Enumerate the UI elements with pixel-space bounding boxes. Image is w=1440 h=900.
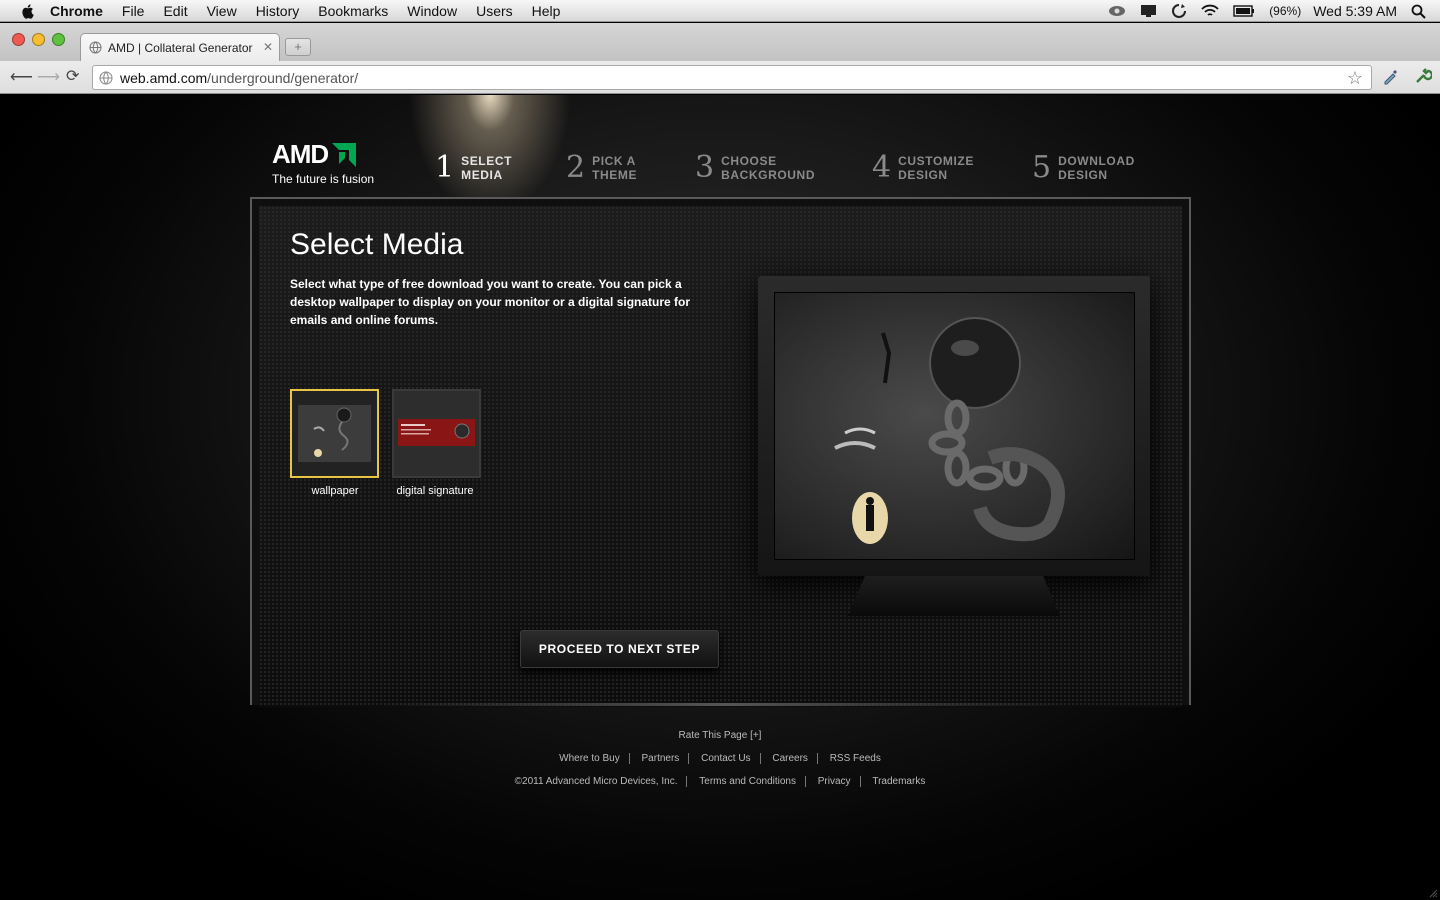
panel-description: Select what type of free download you wa… bbox=[290, 277, 691, 327]
window-minimize-button[interactable] bbox=[32, 33, 45, 46]
eye-icon[interactable] bbox=[1108, 5, 1126, 17]
step-label: PICK A THEME bbox=[592, 154, 638, 182]
amd-arrow-icon bbox=[332, 142, 357, 167]
forward-arrow-icon[interactable]: ⟶ bbox=[37, 67, 60, 87]
step-download-design[interactable]: 5 DOWNLOAD DESIGN bbox=[1032, 153, 1135, 183]
window-zoom-button[interactable] bbox=[52, 33, 65, 46]
digital-signature-option[interactable] bbox=[392, 389, 481, 478]
web-page: AMD The future is fusion 1 SELECT MEDIA … bbox=[0, 95, 1440, 900]
step-pick-theme[interactable]: 2 PICK A THEME bbox=[566, 153, 637, 183]
preview-monitor bbox=[758, 276, 1150, 576]
menu-edit[interactable]: Edit bbox=[163, 0, 187, 22]
window-resize-grip-icon[interactable] bbox=[1428, 888, 1438, 898]
wallpaper-thumbnail-icon bbox=[292, 391, 377, 476]
amd-logo[interactable]: AMD The future is fusion bbox=[272, 139, 374, 186]
apple-icon[interactable] bbox=[20, 3, 36, 19]
step-select-media[interactable]: 1 SELECT MEDIA bbox=[435, 153, 512, 183]
browser-toolbar: ⟵ ⟶ ⟳ web.amd.com/underground/generator/… bbox=[0, 61, 1440, 94]
trademarks-link[interactable]: Trademarks bbox=[872, 776, 925, 787]
logo-tagline: The future is fusion bbox=[272, 172, 375, 186]
wrench-menu-icon[interactable] bbox=[1414, 67, 1434, 90]
wallpaper-option[interactable] bbox=[290, 389, 379, 478]
new-tab-button[interactable]: + bbox=[285, 38, 311, 56]
wallpaper-label[interactable]: wallpaper bbox=[285, 485, 385, 497]
menubar-clock[interactable]: Wed 5:39 AM bbox=[1313, 3, 1397, 19]
menu-window[interactable]: Window bbox=[407, 0, 457, 22]
window-close-button[interactable] bbox=[12, 33, 25, 46]
mac-menubar: Chrome File Edit View History Bookmarks … bbox=[0, 0, 1440, 22]
step-label: DOWNLOAD DESIGN bbox=[1058, 154, 1135, 182]
menu-app-name[interactable]: Chrome bbox=[50, 0, 103, 22]
globe-icon bbox=[99, 71, 113, 85]
address-bar[interactable]: web.amd.com/underground/generator/ ☆ bbox=[92, 65, 1372, 90]
menu-help[interactable]: Help bbox=[532, 0, 561, 22]
stage-floor-line bbox=[380, 703, 1070, 706]
where-to-buy-link[interactable]: Where to Buy bbox=[559, 753, 620, 764]
battery-icon[interactable] bbox=[1233, 5, 1255, 17]
wallpaper-preview bbox=[774, 292, 1135, 560]
back-arrow-icon[interactable]: ⟵ bbox=[10, 67, 33, 87]
reload-icon[interactable]: ⟳ bbox=[66, 66, 79, 86]
browser-tab-strip: AMD | Collateral Generator ✕ + bbox=[0, 23, 1440, 61]
careers-link[interactable]: Careers bbox=[772, 753, 808, 764]
menu-file[interactable]: File bbox=[122, 0, 145, 22]
monitor-stand bbox=[848, 576, 1060, 616]
copyright-text: ©2011 Advanced Micro Devices, Inc. bbox=[514, 776, 678, 787]
panel-title: Select Media bbox=[290, 228, 464, 261]
step-number: 2 bbox=[566, 150, 586, 185]
menu-view[interactable]: View bbox=[207, 0, 237, 22]
step-label: CUSTOMIZE DESIGN bbox=[898, 154, 974, 182]
step-label: SELECT MEDIA bbox=[461, 154, 513, 182]
partners-link[interactable]: Partners bbox=[642, 753, 680, 764]
tab-title: AMD | Collateral Generator bbox=[108, 40, 253, 55]
spotlight-search-icon[interactable] bbox=[1411, 4, 1426, 19]
step-choose-background[interactable]: 3 CHOOSE BACKGROUND bbox=[695, 153, 815, 183]
footer-rate: Rate This Page [+] bbox=[0, 730, 1440, 741]
menu-bookmarks[interactable]: Bookmarks bbox=[318, 0, 388, 22]
menu-history[interactable]: History bbox=[256, 0, 300, 22]
privacy-link[interactable]: Privacy bbox=[818, 776, 851, 787]
step-number: 5 bbox=[1032, 150, 1052, 185]
logo-wordmark: AMD bbox=[272, 139, 329, 169]
contact-us-link[interactable]: Contact Us bbox=[701, 753, 750, 764]
step-number: 3 bbox=[695, 150, 715, 185]
display-icon[interactable] bbox=[1140, 4, 1157, 18]
rss-feeds-link[interactable]: RSS Feeds bbox=[830, 753, 881, 764]
bookmark-star-icon[interactable]: ☆ bbox=[1347, 68, 1363, 89]
signature-thumbnail-icon bbox=[394, 391, 479, 476]
footer-links-legal: ©2011 Advanced Micro Devices, Inc. Terms… bbox=[0, 776, 1440, 787]
digital-signature-label[interactable]: digital signature bbox=[385, 485, 485, 497]
wifi-icon[interactable] bbox=[1201, 4, 1219, 18]
battery-percent: (96%) bbox=[1269, 4, 1302, 18]
tab-close-icon[interactable]: ✕ bbox=[263, 40, 273, 54]
proceed-next-step-button[interactable]: PROCEED TO NEXT STEP bbox=[520, 630, 719, 668]
url-path: /underground/generator/ bbox=[207, 69, 359, 86]
step-customize-design[interactable]: 4 CUSTOMIZE DESIGN bbox=[872, 153, 974, 183]
step-label: CHOOSE BACKGROUND bbox=[721, 154, 816, 182]
sync-icon[interactable] bbox=[1171, 3, 1187, 19]
rate-plus-icon[interactable]: [+] bbox=[750, 730, 761, 741]
terms-link[interactable]: Terms and Conditions bbox=[699, 776, 796, 787]
footer-links-primary: Where to Buy Partners Contact Us Careers… bbox=[0, 753, 1440, 764]
browser-tab[interactable]: AMD | Collateral Generator ✕ bbox=[80, 33, 280, 61]
rate-this-page-link[interactable]: Rate This Page bbox=[679, 730, 748, 741]
page-favicon-icon bbox=[89, 41, 102, 54]
url-host: web.amd.com bbox=[120, 69, 208, 86]
menu-users[interactable]: Users bbox=[476, 0, 513, 22]
step-number: 1 bbox=[435, 150, 455, 185]
ball-and-chain-preview-image bbox=[834, 317, 1065, 544]
eyedropper-extension-icon[interactable] bbox=[1382, 67, 1400, 90]
step-number: 4 bbox=[872, 150, 892, 185]
